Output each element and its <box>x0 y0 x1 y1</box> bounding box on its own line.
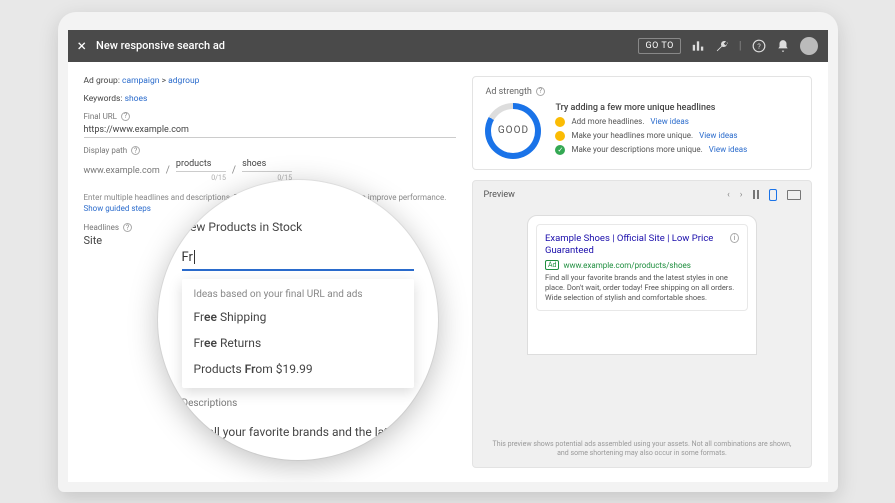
finalurl-label: Final URL <box>84 112 118 121</box>
warning-dot-icon <box>555 117 565 127</box>
check-dot-icon: ✓ <box>555 145 565 155</box>
ad-preview: Example Shoes | Official Site | Low Pric… <box>536 224 748 312</box>
help-icon: ? <box>123 223 132 232</box>
headline-input[interactable]: Fr <box>182 250 414 271</box>
rec-item: Add more headlines. View ideas <box>555 117 798 127</box>
help-icon: ? <box>121 112 130 121</box>
view-ideas-link[interactable]: View ideas <box>709 145 747 154</box>
keywords-value[interactable]: shoes <box>125 94 148 104</box>
rec-item: ✓Make your descriptions more unique. Vie… <box>555 145 798 155</box>
headline-prev[interactable]: New Products in Stock <box>182 220 414 234</box>
campaign-link[interactable]: campaign <box>122 76 159 86</box>
chevron-right-icon[interactable]: › <box>740 190 743 200</box>
ad-strength-card: Ad strength? GOOD Try adding a few more … <box>472 76 811 170</box>
ad-url: www.example.com/products/shoes <box>563 261 690 270</box>
strength-rating: GOOD <box>491 109 535 153</box>
close-icon[interactable]: × <box>78 36 87 55</box>
displaypath-base: www.example.com <box>84 166 160 182</box>
suggestion-item[interactable]: Products From $19.99 <box>182 356 414 382</box>
keywords-label: Keywords: <box>84 94 123 104</box>
adgroup-label: Ad group: <box>84 76 120 86</box>
chevron-left-icon[interactable]: ‹ <box>727 190 730 200</box>
preview-panel: Preview ‹ › Example Shoes | Official Sit… <box>472 180 811 468</box>
goto-button[interactable]: GO TO <box>638 38 680 54</box>
avatar[interactable] <box>800 37 818 55</box>
ad-strength-label: Ad strength <box>485 87 531 97</box>
info-icon[interactable]: i <box>730 233 739 243</box>
warning-dot-icon <box>555 131 565 141</box>
suggestion-item[interactable]: Free Shipping <box>182 304 414 330</box>
preview-footer: This preview shows potential ads assembl… <box>473 432 810 466</box>
adgroup-link[interactable]: adgroup <box>168 76 199 86</box>
view-ideas-link[interactable]: View ideas <box>699 131 737 140</box>
strength-ring: GOOD <box>485 103 541 159</box>
svg-text:?: ? <box>757 41 761 50</box>
headlines-label: Headlines <box>84 223 120 232</box>
ad-badge: Ad <box>545 260 560 270</box>
laptop-frame: × New responsive search ad GO TO | ? Ad … <box>58 12 838 492</box>
pause-icon[interactable] <box>753 190 759 199</box>
page-title: New responsive search ad <box>96 39 638 52</box>
displaypath-seg2[interactable]: shoes <box>242 157 292 172</box>
finalurl-input[interactable]: https://www.example.com <box>84 123 457 138</box>
desktop-icon[interactable] <box>787 190 801 200</box>
rec-item: Make your headlines more unique. View id… <box>555 131 798 141</box>
show-guided-link[interactable]: Show guided steps <box>84 204 151 213</box>
displaypath-seg1[interactable]: products <box>176 157 226 172</box>
wrench-icon[interactable] <box>715 39 729 53</box>
topbar: × New responsive search ad GO TO | ? <box>68 30 828 62</box>
help-icon: ? <box>131 146 140 155</box>
suggestions-dropdown: Ideas based on your final URL and ads Fr… <box>182 279 414 388</box>
chart-icon[interactable] <box>691 39 705 53</box>
phone-frame: Example Shoes | Official Site | Low Pric… <box>527 215 757 355</box>
bell-icon[interactable] <box>776 39 790 53</box>
suggestion-item[interactable]: Free Returns <box>182 330 414 356</box>
descriptions-label: Descriptions <box>182 398 414 409</box>
preview-label: Preview <box>483 190 514 200</box>
zoom-lens: New Products in Stock Fr Ideas based on … <box>158 180 438 460</box>
dropdown-header: Ideas based on your final URL and ads <box>182 285 414 304</box>
ad-description: Find all your favorite brands and the la… <box>545 273 739 302</box>
help-icon[interactable]: ? <box>752 39 766 53</box>
ad-headline: Example Shoes | Official Site | Low Pric… <box>545 233 730 258</box>
mobile-icon[interactable] <box>769 189 777 201</box>
strength-title: Try adding a few more unique headlines <box>555 103 798 113</box>
view-ideas-link[interactable]: View ideas <box>650 117 688 126</box>
help-icon: ? <box>536 87 545 96</box>
displaypath-label: Display path <box>84 146 128 155</box>
